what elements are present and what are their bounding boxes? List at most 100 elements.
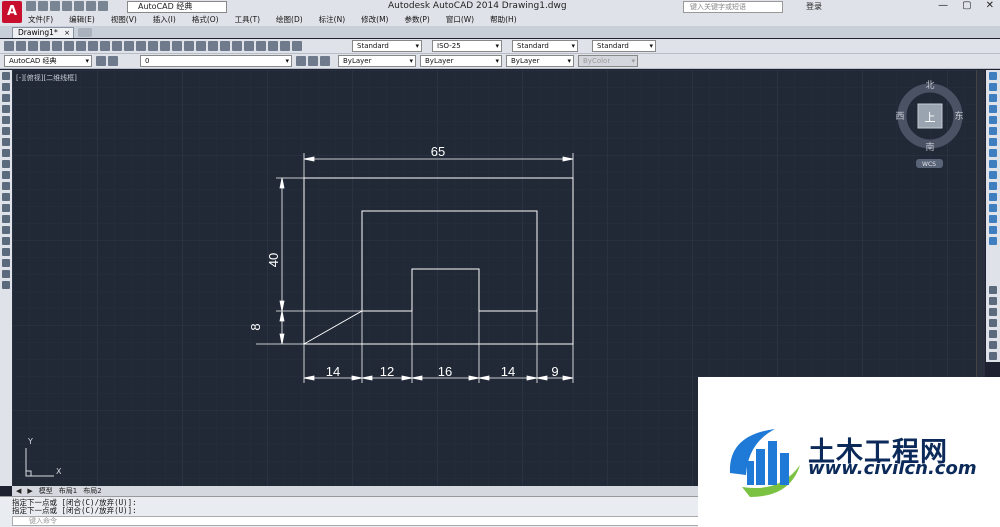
workspace-select[interactable]: AutoCAD 经典 — [127, 1, 227, 13]
tab-layout1[interactable]: 布局1 — [59, 486, 77, 496]
pan-icon[interactable] — [172, 41, 182, 51]
inspect-icon[interactable] — [989, 237, 997, 245]
redo-icon[interactable] — [160, 41, 170, 51]
minimize-button[interactable]: — — [938, 0, 948, 11]
menu-view[interactable]: 视图(V) — [111, 14, 137, 26]
application-menu-button[interactable]: A — [2, 1, 22, 23]
erase-icon[interactable] — [989, 286, 997, 294]
ellipse-arc-icon[interactable] — [2, 182, 10, 190]
zoom-previous-icon[interactable] — [208, 41, 218, 51]
layout-next-icon[interactable]: ▶ — [27, 487, 32, 495]
revision-cloud-icon[interactable] — [2, 149, 10, 157]
dim-baseline-icon[interactable] — [989, 171, 997, 179]
compass-west[interactable]: 西 — [895, 111, 904, 122]
command-input[interactable]: 键入命令 — [12, 516, 702, 526]
zoom-realtime-icon[interactable] — [184, 41, 194, 51]
undo-icon[interactable] — [86, 1, 96, 11]
copy-object-icon[interactable] — [989, 297, 997, 305]
quickcalc-icon[interactable] — [280, 41, 290, 51]
dim-break-icon[interactable] — [989, 204, 997, 212]
workspace-combo[interactable]: AutoCAD 经典 — [4, 55, 92, 67]
open-file-icon[interactable] — [38, 1, 48, 11]
login-button[interactable]: 登录 — [806, 1, 822, 12]
menu-file[interactable]: 文件(F) — [28, 14, 53, 26]
insert-block-icon[interactable] — [2, 193, 10, 201]
zoom-window-icon[interactable] — [196, 41, 206, 51]
new-tab-button[interactable] — [78, 28, 92, 37]
dim-diameter-icon[interactable] — [989, 138, 997, 146]
block-editor-icon[interactable] — [136, 41, 146, 51]
circle-icon[interactable] — [2, 138, 10, 146]
arc-icon[interactable] — [2, 127, 10, 135]
redo-icon[interactable] — [98, 1, 108, 11]
menu-draw[interactable]: 绘图(D) — [276, 14, 303, 26]
gradient-icon[interactable] — [2, 237, 10, 245]
copy-icon[interactable] — [100, 41, 110, 51]
help-icon[interactable] — [292, 41, 302, 51]
menu-insert[interactable]: 插入(I) — [153, 14, 176, 26]
add-selected-icon[interactable] — [2, 281, 10, 289]
dim-linear-icon[interactable] — [989, 72, 997, 80]
undo-icon[interactable] — [148, 41, 158, 51]
make-block-icon[interactable] — [2, 204, 10, 212]
menu-format[interactable]: 格式(O) — [192, 14, 219, 26]
tab-layout2[interactable]: 布局2 — [83, 486, 101, 496]
center-mark-icon[interactable] — [989, 226, 997, 234]
tolerance-icon[interactable] — [989, 215, 997, 223]
publish-icon[interactable] — [64, 41, 74, 51]
3d-print-icon[interactable] — [76, 41, 86, 51]
table-style-select[interactable]: Standard — [512, 40, 578, 52]
menu-edit[interactable]: 编辑(E) — [69, 14, 95, 26]
color-select[interactable]: ByLayer — [338, 55, 416, 67]
menu-help[interactable]: 帮助(H) — [490, 14, 517, 26]
sheet-set-icon[interactable] — [256, 41, 266, 51]
design-center-icon[interactable] — [232, 41, 242, 51]
compass-north[interactable]: 北 — [925, 80, 934, 91]
rectangle-icon[interactable] — [2, 116, 10, 124]
linetype-select[interactable]: ByLayer — [420, 55, 502, 67]
save-icon[interactable] — [50, 1, 60, 11]
paste-icon[interactable] — [112, 41, 122, 51]
print-icon[interactable] — [74, 1, 84, 11]
make-current-icon[interactable] — [296, 56, 306, 66]
menu-parametric[interactable]: 参数(P) — [404, 14, 429, 26]
rotate-icon[interactable] — [989, 352, 997, 360]
hatch-icon[interactable] — [2, 226, 10, 234]
dim-continue-icon[interactable] — [989, 182, 997, 190]
ellipse-icon[interactable] — [2, 171, 10, 179]
menu-window[interactable]: 窗口(W) — [446, 14, 474, 26]
dim-space-icon[interactable] — [989, 193, 997, 201]
dim-aligned-icon[interactable] — [989, 83, 997, 91]
open-icon[interactable] — [16, 41, 26, 51]
save-as-icon[interactable] — [62, 1, 72, 11]
properties-icon[interactable] — [220, 41, 230, 51]
spline-icon[interactable] — [2, 160, 10, 168]
mirror-icon[interactable] — [989, 308, 997, 316]
new-file-icon[interactable] — [26, 1, 36, 11]
quick-dim-icon[interactable] — [989, 160, 997, 168]
dim-ordinate-icon[interactable] — [989, 105, 997, 113]
text-style-select[interactable]: Standard — [352, 40, 422, 52]
dim-style-select[interactable]: ISO-25 — [432, 40, 502, 52]
region-icon[interactable] — [2, 248, 10, 256]
save-icon[interactable] — [28, 41, 38, 51]
layout-prev-icon[interactable]: ◀ — [16, 487, 21, 495]
compass-east[interactable]: 东 — [954, 110, 963, 122]
polyline-icon[interactable] — [2, 94, 10, 102]
construction-line-icon[interactable] — [2, 83, 10, 91]
maximize-button[interactable]: ▢ — [962, 0, 971, 11]
search-input[interactable]: 键入关键字或短语 — [683, 1, 783, 13]
plot-icon[interactable] — [40, 41, 50, 51]
layer-properties-icon[interactable] — [108, 56, 118, 66]
table-icon[interactable] — [2, 259, 10, 267]
multileader-style-select[interactable]: Standard — [592, 40, 656, 52]
dim-radius-icon[interactable] — [989, 116, 997, 124]
dim-angular-icon[interactable] — [989, 149, 997, 157]
mtext-icon[interactable] — [2, 270, 10, 278]
array-icon[interactable] — [989, 330, 997, 338]
close-button[interactable]: ✕ — [986, 0, 994, 11]
dim-arc-icon[interactable] — [989, 94, 997, 102]
qnew-icon[interactable] — [4, 41, 14, 51]
dim-jogged-icon[interactable] — [989, 127, 997, 135]
layer-previous-icon[interactable] — [308, 56, 318, 66]
